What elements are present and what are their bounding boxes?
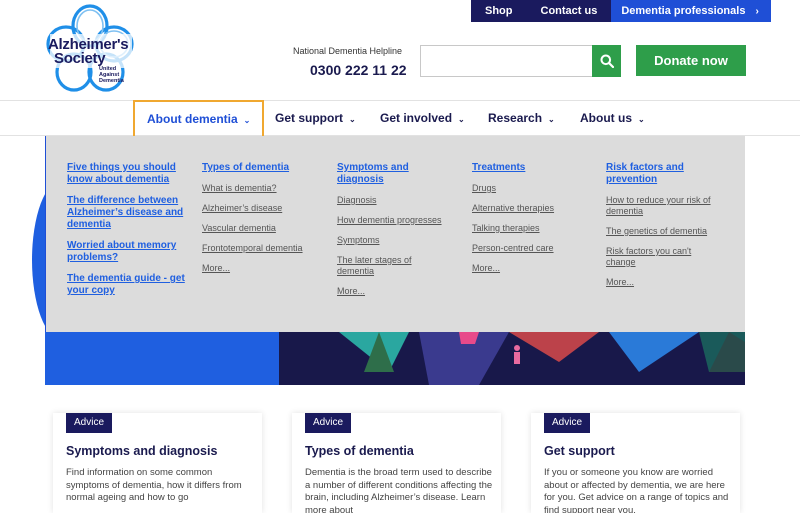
dropdown-link-alzheimers[interactable]: Alzheimer’s disease	[202, 203, 322, 214]
dropdown-link-reduce-risk[interactable]: How to reduce your risk of dementia	[606, 195, 724, 217]
chevron-right-icon: ›	[755, 6, 759, 17]
dropdown-link-frontotemporal[interactable]: Frontotemporal dementia	[202, 243, 322, 254]
dropdown-head-risk[interactable]: Risk factors and prevention	[606, 162, 696, 186]
card-body: Find information on some common symptoms…	[66, 467, 242, 503]
nav-about-dementia-label: About dementia	[147, 112, 238, 126]
utility-bar: Shop Contact us Dementia professionals ›	[471, 0, 771, 22]
dropdown-link-treatments-more[interactable]: More...	[472, 263, 592, 274]
dropdown-link-risk-more[interactable]: More...	[606, 277, 724, 288]
logo-tagline: United Against Dementia	[99, 66, 124, 84]
card-symptoms-diagnosis[interactable]: Advice Symptoms and diagnosis Find infor…	[53, 413, 262, 513]
dropdown-head-symptoms[interactable]: Symptoms and diagnosis	[337, 162, 457, 186]
dropdown-head-types[interactable]: Types of dementia	[202, 162, 322, 174]
main-nav: About dementia ⌄ Get support ⌄ Get involve…	[0, 100, 800, 138]
card-body: Dementia is the broad term used to descr…	[305, 467, 493, 513]
nav-research-label: Research	[488, 111, 543, 125]
search-input[interactable]	[420, 45, 592, 77]
dementia-professionals-link[interactable]: Dementia professionals ›	[611, 0, 771, 22]
dropdown-link-symptoms-more[interactable]: More...	[337, 286, 457, 297]
shop-link[interactable]: Shop	[471, 0, 527, 22]
contact-us-link[interactable]: Contact us	[526, 0, 612, 22]
nav-get-support[interactable]: Get support ⌄	[275, 101, 356, 137]
logo-text-line2: Society	[54, 50, 106, 67]
hero-illustration	[339, 332, 745, 385]
dropdown-link-types-more[interactable]: More...	[202, 263, 322, 274]
card-types-of-dementia[interactable]: Advice Types of dementia Dementia is the…	[292, 413, 501, 513]
nav-about-dementia[interactable]: About dementia ⌄	[133, 100, 265, 138]
dropdown-link-vascular[interactable]: Vascular dementia	[202, 223, 322, 234]
dropdown-link-symptoms[interactable]: Symptoms	[337, 235, 457, 246]
card-badge: Advice	[544, 413, 591, 433]
nav-get-involved[interactable]: Get involved ⌄	[380, 101, 465, 137]
card-title: Get support	[544, 444, 615, 458]
about-dementia-dropdown: Five things you should know about dement…	[45, 136, 745, 332]
dementia-professionals-label: Dementia professionals	[621, 5, 746, 17]
dropdown-link-cant-change[interactable]: Risk factors you can't change	[606, 246, 706, 268]
card-get-support[interactable]: Advice Get support If you or someone you…	[531, 413, 740, 513]
chevron-down-icon: ⌄	[243, 116, 251, 125]
dropdown-link-progresses[interactable]: How dementia progresses	[337, 215, 457, 226]
card-body: If you or someone you know are worried a…	[544, 467, 729, 513]
dropdown-link-five-things[interactable]: Five things you should know about dement…	[67, 162, 187, 186]
chevron-down-icon: ⌄	[349, 115, 356, 124]
helpline-number[interactable]: 0300 222 11 22	[310, 62, 407, 78]
dropdown-link-genetics[interactable]: The genetics of dementia	[606, 226, 724, 237]
nav-get-involved-label: Get involved	[380, 111, 453, 125]
dropdown-link-talking[interactable]: Talking therapies	[472, 223, 592, 234]
helpline-label: National Dementia Helpline	[293, 46, 403, 56]
dropdown-link-what-is[interactable]: What is dementia?	[202, 183, 322, 194]
card-title: Types of dementia	[305, 444, 414, 458]
dropdown-link-person-centred[interactable]: Person-centred care	[472, 243, 592, 254]
search-button[interactable]	[592, 45, 621, 77]
chevron-down-icon: ⌄	[458, 115, 465, 124]
card-badge: Advice	[305, 413, 352, 433]
dropdown-link-diagnosis[interactable]: Diagnosis	[337, 195, 457, 206]
nav-research[interactable]: Research ⌄	[488, 101, 555, 137]
nav-get-support-label: Get support	[275, 111, 343, 125]
search-icon	[600, 54, 614, 68]
dropdown-link-later-stages[interactable]: The later stages of dementia	[337, 255, 427, 277]
dropdown-risk-column: Risk factors and prevention How to reduc…	[606, 162, 724, 297]
hero-image-left	[45, 332, 279, 385]
site-logo[interactable]: Alzheimer's Society United Against Demen…	[44, 4, 136, 96]
dropdown-link-dementia-guide[interactable]: The dementia guide - get your copy	[67, 273, 187, 297]
hero-image-right	[279, 332, 745, 385]
dropdown-link-alternative[interactable]: Alternative therapies	[472, 203, 592, 214]
card-title: Symptoms and diagnosis	[66, 444, 218, 458]
dropdown-symptoms-column: Symptoms and diagnosis Diagnosis How dem…	[337, 162, 457, 306]
dropdown-link-worried-memory[interactable]: Worried about memory problems?	[67, 240, 187, 264]
nav-about-us[interactable]: About us ⌄	[580, 101, 645, 137]
dropdown-link-difference[interactable]: The difference between Alzheimer’s disea…	[67, 195, 187, 231]
dropdown-treatments-column: Treatments Drugs Alternative therapies T…	[472, 162, 592, 283]
chevron-down-icon: ⌄	[548, 115, 555, 124]
dropdown-types-column: Types of dementia What is dementia? Alzh…	[202, 162, 322, 283]
card-badge: Advice	[66, 413, 113, 433]
dropdown-link-drugs[interactable]: Drugs	[472, 183, 592, 194]
nav-about-us-label: About us	[580, 111, 632, 125]
dropdown-featured-column: Five things you should know about dement…	[67, 162, 187, 306]
donate-button[interactable]: Donate now	[636, 45, 746, 76]
page: Shop Contact us Dementia professionals › …	[0, 0, 800, 513]
chevron-down-icon: ⌄	[638, 115, 645, 124]
dropdown-head-treatments[interactable]: Treatments	[472, 162, 592, 174]
